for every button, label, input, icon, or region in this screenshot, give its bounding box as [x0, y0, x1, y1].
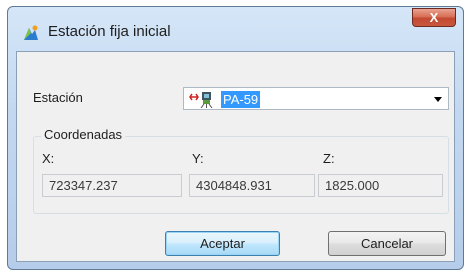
station-label: Estación	[33, 90, 83, 105]
dropdown-arrow-icon[interactable]	[434, 97, 442, 102]
dialog-window: Estación fija inicial X Estación PA-59 C…	[7, 6, 464, 270]
cancel-button[interactable]: Cancelar	[328, 231, 446, 256]
y-value-field: 4304848.931	[189, 174, 315, 197]
accept-button[interactable]: Aceptar	[165, 231, 280, 256]
station-selected-value: PA-59	[221, 91, 261, 108]
window-title: Estación fija inicial	[48, 23, 171, 40]
coordinates-group-label: Coordenadas	[41, 127, 126, 142]
app-icon	[24, 25, 38, 40]
z-label: Z:	[323, 151, 335, 166]
title-bar[interactable]: Estación fija inicial X	[8, 7, 463, 51]
x-label: X:	[42, 151, 55, 166]
dialog-body: Estación PA-59 Coordenadas X: Y: Z: 7233…	[16, 51, 455, 262]
survey-station-icon	[189, 92, 213, 108]
station-combobox[interactable]: PA-59	[183, 87, 449, 110]
x-value-field: 723347.237	[42, 174, 182, 197]
close-button[interactable]: X	[412, 8, 456, 27]
z-value-field: 1825.000	[318, 174, 443, 197]
close-icon: X	[429, 10, 439, 25]
y-label: Y:	[192, 151, 204, 166]
